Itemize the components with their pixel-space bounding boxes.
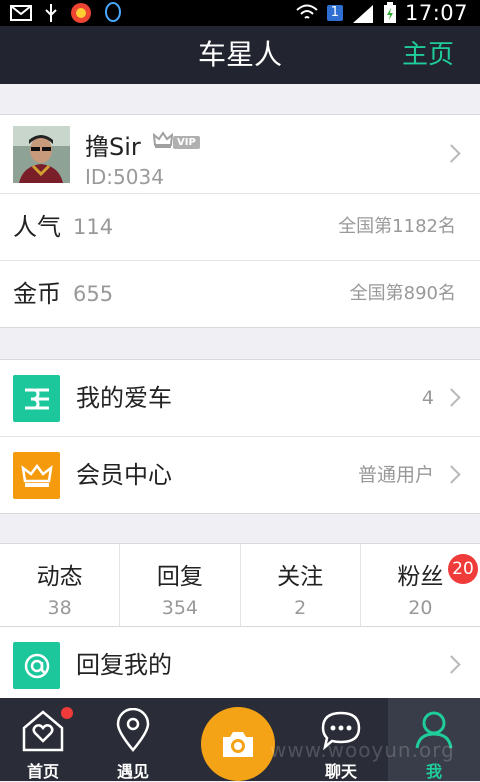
vip-badge: VIP (173, 136, 200, 149)
chevron-right-icon (442, 388, 461, 407)
activity-section: 动态 38 回复 354 关注 2 粉丝 20 20 (0, 543, 480, 627)
home-link[interactable]: 主页 (402, 26, 454, 84)
status-bar: 1 17:07 (0, 0, 480, 26)
following-label: 关注 (277, 564, 324, 590)
tab-home-label: 首页 (26, 762, 59, 781)
membership-level: 普通用户 (357, 464, 434, 486)
chevron-right-icon (442, 655, 461, 674)
location-pin-icon (116, 708, 150, 752)
battery-icon (383, 2, 396, 23)
my-car-row[interactable]: 我的爱车 4 (0, 360, 480, 437)
coins-rank: 全国第890名 (349, 283, 456, 304)
chevron-right-icon (442, 144, 461, 163)
car-icon (13, 375, 60, 422)
usb-icon (45, 4, 57, 22)
feed-count: 38 (47, 597, 72, 619)
tab-encounter-label: 遇见 (116, 762, 149, 781)
following-tab[interactable]: 关注 2 (241, 544, 361, 626)
profile-name: 撸Sir (85, 133, 141, 161)
coins-label: 金币 (13, 280, 61, 308)
notification-dot (61, 707, 73, 719)
at-icon (13, 642, 60, 689)
replies-to-me-label: 回复我的 (76, 651, 172, 679)
header-bar: 车星人 主页 (0, 26, 480, 84)
coins-row: 金币 655 全国第890名 (0, 261, 480, 327)
membership-label: 会员中心 (76, 461, 172, 489)
membership-row[interactable]: 会员中心 普通用户 (0, 437, 480, 513)
replies-to-me-row[interactable]: 回复我的 (0, 627, 480, 703)
replies-tab[interactable]: 回复 354 (120, 544, 241, 626)
avatar (13, 126, 70, 183)
chevron-right-icon (442, 465, 461, 484)
popularity-rank: 全国第1182名 (338, 216, 456, 237)
feed-tab[interactable]: 动态 38 (0, 544, 121, 626)
qq-icon (105, 2, 121, 22)
profile-row[interactable]: 撸Sir VIP ID:5034 (0, 115, 480, 194)
profile-section: 撸Sir VIP ID:5034 人气 114 全国第1182名 金币 655 … (0, 114, 480, 328)
vip-crown-icon (152, 131, 174, 153)
wifi-icon (296, 4, 318, 19)
camera-button[interactable] (201, 707, 275, 781)
signal-icon (352, 5, 373, 23)
followers-tab[interactable]: 粉丝 20 20 (361, 544, 480, 626)
watermark: www.wooyun.org (270, 738, 455, 762)
home-heart-icon (22, 710, 64, 752)
replies-section: 回复我的 (0, 626, 480, 699)
my-car-count: 4 (421, 387, 434, 409)
app-notification-icon (71, 3, 91, 23)
profile-id: ID:5034 (85, 165, 164, 189)
replies-label: 回复 (156, 564, 203, 590)
replies-count: 354 (161, 597, 198, 619)
tab-encounter[interactable]: 遇见 (90, 698, 176, 781)
camera-icon (223, 732, 253, 757)
followers-badge: 20 (448, 554, 478, 584)
sim-badge: 1 (326, 5, 343, 21)
feed-label: 动态 (36, 564, 83, 590)
crown-icon (13, 452, 60, 499)
following-count: 2 (294, 597, 307, 619)
menu-section: 我的爱车 4 会员中心 普通用户 (0, 359, 480, 514)
tab-home[interactable]: 首页 (0, 698, 86, 781)
my-car-label: 我的爱车 (76, 384, 172, 412)
coins-value: 655 (73, 282, 114, 306)
followers-count: 20 (408, 597, 433, 619)
popularity-row: 人气 114 全国第1182名 (0, 194, 480, 261)
popularity-label: 人气 (13, 213, 61, 241)
clock: 17:07 (404, 1, 468, 25)
popularity-value: 114 (73, 215, 114, 239)
mail-icon (10, 5, 32, 21)
